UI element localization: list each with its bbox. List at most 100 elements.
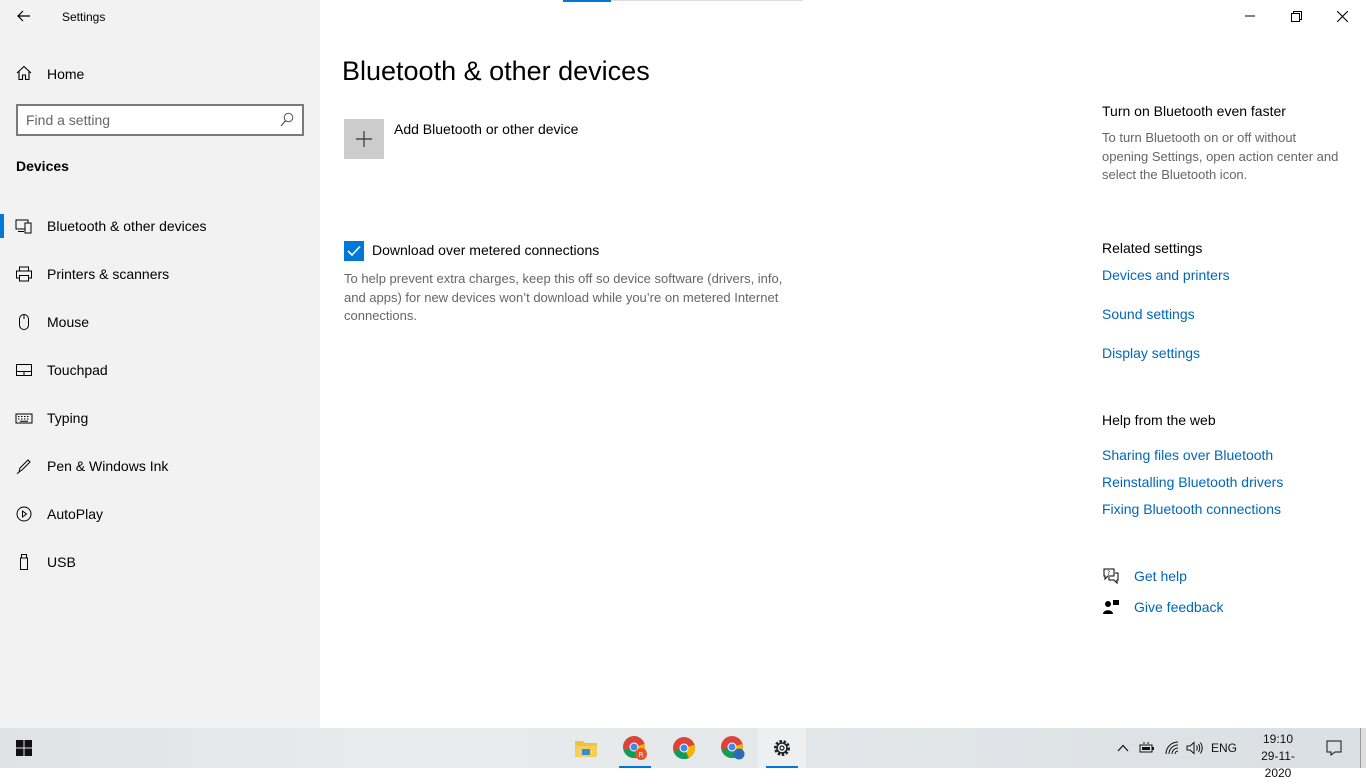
notification-icon bbox=[1326, 740, 1342, 756]
restore-icon bbox=[1290, 10, 1302, 22]
sidebar-item-mouse[interactable]: Mouse bbox=[0, 300, 320, 348]
help-web-title: Help from the web bbox=[1102, 412, 1216, 428]
touchpad-icon bbox=[15, 361, 33, 379]
sidebar-item-home[interactable]: Home bbox=[0, 56, 320, 90]
sidebar-item-label: Bluetooth & other devices bbox=[47, 218, 207, 234]
sidebar-item-autoplay[interactable]: AutoPlay bbox=[0, 492, 320, 540]
close-button[interactable] bbox=[1319, 0, 1365, 32]
search-input[interactable] bbox=[26, 111, 276, 129]
windows-logo-icon bbox=[16, 740, 32, 756]
gear-icon bbox=[774, 740, 790, 756]
clock[interactable]: 19:10 29-11-2020 bbox=[1248, 731, 1308, 782]
plus-icon bbox=[356, 131, 372, 147]
feedback-icon bbox=[1103, 600, 1119, 614]
taskbar: R ENG 19:10 29-11-2020 bbox=[0, 728, 1366, 780]
taskbar-file-explorer[interactable] bbox=[562, 728, 610, 768]
show-desktop-button[interactable] bbox=[1360, 728, 1366, 768]
title-bar: Settings bbox=[0, 0, 320, 32]
svg-text:?: ? bbox=[1107, 570, 1110, 577]
sidebar-item-touchpad[interactable]: Touchpad bbox=[0, 348, 320, 396]
back-arrow-icon bbox=[17, 10, 30, 22]
link-fixing-connections[interactable]: Fixing Bluetooth connections bbox=[1102, 501, 1281, 517]
taskbar-settings[interactable] bbox=[758, 728, 806, 768]
volume-tray-button[interactable] bbox=[1184, 728, 1206, 768]
link-sound-settings[interactable]: Sound settings bbox=[1102, 306, 1195, 322]
give-feedback-label: Give feedback bbox=[1134, 599, 1224, 615]
taskbar-chrome[interactable] bbox=[660, 728, 708, 768]
sidebar-item-printers[interactable]: Printers & scanners bbox=[0, 252, 320, 300]
link-reinstalling-drivers[interactable]: Reinstalling Bluetooth drivers bbox=[1102, 474, 1283, 490]
section-title-devices: Devices bbox=[16, 158, 69, 174]
tip-title: Turn on Bluetooth even faster bbox=[1102, 103, 1286, 119]
taskbar-chrome-profile-r[interactable]: R bbox=[611, 728, 659, 768]
minimize-button[interactable] bbox=[1227, 0, 1273, 32]
add-device-label[interactable]: Add Bluetooth or other device bbox=[394, 121, 578, 137]
sidebar-item-label: AutoPlay bbox=[47, 506, 104, 522]
related-settings-title: Related settings bbox=[1102, 240, 1203, 256]
sidebar-item-label: USB bbox=[47, 554, 76, 570]
page-title: Bluetooth & other devices bbox=[342, 56, 650, 86]
search-icon[interactable] bbox=[280, 112, 294, 128]
main-content: Bluetooth & other devices Add Bluetooth … bbox=[320, 0, 1366, 728]
sidebar-item-bluetooth[interactable]: Bluetooth & other devices bbox=[0, 204, 320, 252]
restore-button[interactable] bbox=[1273, 0, 1319, 32]
back-button[interactable] bbox=[10, 3, 38, 29]
close-icon bbox=[1336, 10, 1348, 22]
sidebar-nav: Bluetooth & other devices Printers & sca… bbox=[0, 204, 320, 588]
sidebar-item-label: Mouse bbox=[47, 314, 90, 330]
keyboard-icon bbox=[15, 409, 33, 427]
minimize-icon bbox=[1245, 15, 1255, 17]
chrome-icon bbox=[721, 736, 745, 760]
speaker-icon bbox=[1186, 741, 1203, 755]
sidebar-item-label: Pen & Windows Ink bbox=[47, 458, 169, 474]
sidebar-item-label: Printers & scanners bbox=[47, 266, 170, 282]
sidebar-item-typing[interactable]: Typing bbox=[0, 396, 320, 444]
battery-icon bbox=[1139, 742, 1154, 753]
clock-date: 29-11-2020 bbox=[1261, 749, 1295, 780]
sidebar-item-label: Touchpad bbox=[47, 362, 108, 378]
printer-icon bbox=[15, 265, 33, 283]
get-help-label: Get help bbox=[1134, 568, 1187, 584]
home-icon bbox=[16, 65, 32, 81]
autoplay-icon bbox=[15, 505, 33, 523]
start-button[interactable] bbox=[0, 728, 48, 768]
home-label: Home bbox=[47, 66, 85, 82]
chrome-icon: R bbox=[623, 736, 647, 760]
metered-description: To help prevent extra charges, keep this… bbox=[344, 271, 783, 323]
sidebar-item-label: Typing bbox=[47, 410, 89, 426]
loading-bar bbox=[563, 0, 803, 2]
sidebar-item-pen[interactable]: Pen & Windows Ink bbox=[0, 444, 320, 492]
sidebar: Settings Home Devices bbox=[0, 0, 320, 728]
metered-label[interactable]: Download over metered connections bbox=[372, 242, 599, 258]
chevron-up-icon bbox=[1117, 744, 1129, 752]
get-help-link[interactable]: ? Get help bbox=[1102, 566, 1302, 586]
mouse-icon bbox=[15, 313, 33, 331]
network-tray-button[interactable] bbox=[1160, 728, 1184, 768]
tip-text: To turn Bluetooth on or off without open… bbox=[1102, 130, 1339, 182]
chat-help-icon: ? bbox=[1103, 568, 1119, 585]
app-title: Settings bbox=[62, 10, 106, 24]
taskbar-chrome-profile-b[interactable] bbox=[709, 728, 757, 768]
wifi-icon bbox=[1165, 741, 1179, 755]
link-devices-printers[interactable]: Devices and printers bbox=[1102, 267, 1230, 283]
settings-window: Settings Home Devices bbox=[0, 0, 1366, 728]
checkmark-icon bbox=[347, 245, 361, 257]
battery-tray-button[interactable] bbox=[1136, 728, 1158, 768]
bluetooth-devices-icon bbox=[15, 217, 33, 235]
chrome-icon bbox=[673, 737, 695, 760]
metered-checkbox[interactable] bbox=[344, 241, 364, 261]
language-indicator[interactable]: ENG bbox=[1208, 728, 1240, 768]
show-hidden-icons-button[interactable] bbox=[1112, 728, 1134, 768]
link-sharing-files[interactable]: Sharing files over Bluetooth bbox=[1102, 447, 1273, 463]
pen-icon bbox=[15, 457, 33, 475]
sidebar-item-usb[interactable]: USB bbox=[0, 540, 320, 588]
add-device-button[interactable] bbox=[344, 119, 384, 159]
link-display-settings[interactable]: Display settings bbox=[1102, 345, 1200, 361]
clock-time: 19:10 bbox=[1262, 732, 1294, 746]
search-box[interactable] bbox=[16, 104, 304, 136]
usb-icon bbox=[15, 553, 33, 571]
svg-text:R: R bbox=[639, 751, 644, 759]
folder-icon bbox=[575, 741, 597, 757]
give-feedback-link[interactable]: Give feedback bbox=[1102, 597, 1302, 617]
action-center-button[interactable] bbox=[1318, 728, 1350, 768]
